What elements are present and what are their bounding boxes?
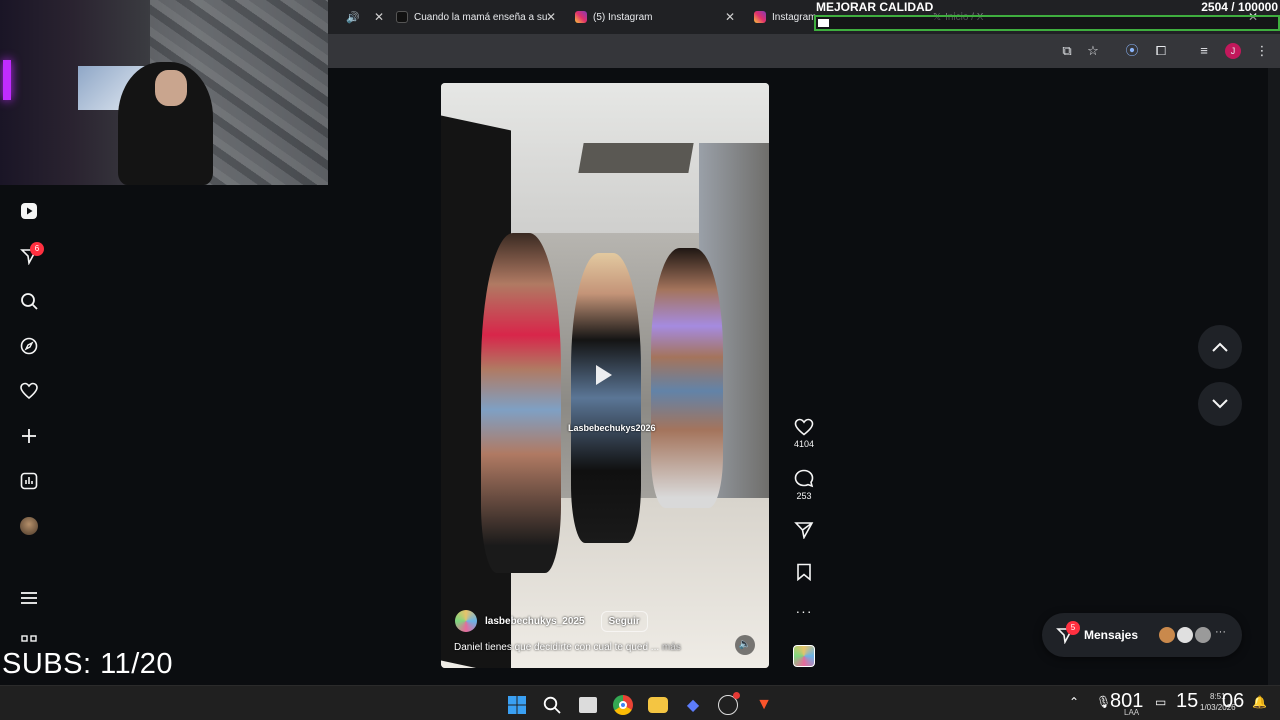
goal-count: 2504 / 100000 xyxy=(1201,0,1278,14)
instagram-icon xyxy=(575,11,587,23)
tiktok-icon xyxy=(396,11,408,23)
contact-avatar xyxy=(1175,625,1195,645)
create-icon[interactable] xyxy=(18,425,40,447)
dancer-middle xyxy=(571,253,641,543)
caption: Daniel tienes que decidirte con cual te … xyxy=(454,642,681,653)
display-icon[interactable]: ▭ xyxy=(1155,695,1166,709)
messages-label: Mensajes xyxy=(1084,628,1139,642)
author-username[interactable]: lasbebechukys_2025 xyxy=(485,616,585,627)
close-tab-icon[interactable]: ✕ xyxy=(725,10,735,24)
author-row: lasbebechukys_2025 Seguir xyxy=(455,610,648,632)
like-button[interactable]: 4104 xyxy=(789,418,819,449)
app-circle-icon[interactable] xyxy=(718,692,740,715)
contact-avatar xyxy=(1193,625,1213,645)
chevron-up-icon xyxy=(1212,342,1228,352)
dancer-left xyxy=(481,233,561,573)
more-options-icon[interactable]: ⋮ xyxy=(1254,43,1270,59)
tab-tiktok[interactable]: Cuando la mamá enseña a su ✕ xyxy=(396,4,556,30)
messages-button[interactable]: 5 Mensajes ··· xyxy=(1042,613,1242,657)
cast-icon[interactable]: ⦿ xyxy=(1124,43,1140,59)
caption-text: Daniel tienes que decidirte con cual te … xyxy=(454,642,660,653)
mute-button[interactable]: 🔈 xyxy=(735,635,755,655)
app-diamond-icon[interactable]: ◆ xyxy=(683,695,703,715)
tab-active[interactable]: 🔊 ✕ xyxy=(346,4,384,30)
extensions-icon[interactable]: ⧠ xyxy=(1153,43,1169,59)
tab-label: Cuando la mamá enseña a su xyxy=(414,11,548,23)
heart-icon xyxy=(794,418,814,436)
profile-avatar-icon[interactable]: J xyxy=(1225,43,1241,59)
file-explorer-icon[interactable] xyxy=(648,697,668,713)
overlay-timer-minutes: 15 xyxy=(1176,690,1199,712)
brave-icon[interactable]: ▼ xyxy=(754,695,774,715)
keyboard-layout[interactable]: LAA xyxy=(1124,708,1139,717)
dancer-right xyxy=(651,248,723,508)
speaker-icon: 🔈 xyxy=(738,639,752,650)
more-icon: ··· xyxy=(1215,626,1226,638)
play-icon[interactable] xyxy=(596,365,612,385)
next-reel-button[interactable] xyxy=(1198,382,1242,426)
chevron-down-icon xyxy=(1212,399,1228,409)
microphone-icon[interactable]: 🎙 xyxy=(1096,695,1111,709)
follow-button[interactable]: Seguir xyxy=(600,610,648,632)
save-button[interactable] xyxy=(789,563,819,581)
subs-counter: SUBS: 11/20 xyxy=(2,648,174,680)
reels-icon[interactable] xyxy=(18,200,40,222)
more-options-icon[interactable]: ··· xyxy=(789,603,819,619)
tab-label: Instagram xyxy=(772,11,817,23)
speaker-icon[interactable]: 🔊 xyxy=(346,11,360,24)
page-scrollbar[interactable] xyxy=(1268,68,1280,685)
chrome-icon[interactable] xyxy=(613,695,633,715)
reel-video[interactable]: Lasbebechukys2026 lasbebechukys_2025 Seg… xyxy=(441,83,769,668)
share-icon xyxy=(794,522,814,539)
menu-icon[interactable] xyxy=(18,587,40,609)
messenger-icon[interactable]: 6 xyxy=(18,242,44,267)
tray-chevron-up-icon[interactable]: ⌃ xyxy=(1069,695,1079,709)
streamer-face xyxy=(155,70,187,106)
install-app-icon[interactable]: ⧉ xyxy=(1059,43,1075,59)
close-tab-icon[interactable]: ✕ xyxy=(374,10,384,24)
task-view-icon[interactable] xyxy=(579,697,597,713)
goal-progress-bar xyxy=(814,15,1280,31)
author-avatar[interactable] xyxy=(455,610,477,632)
notification-badge: 6 xyxy=(30,242,44,256)
media-control-icon[interactable]: ≡ xyxy=(1196,43,1212,59)
comment-button[interactable]: 253 xyxy=(789,469,819,501)
windows-start-icon[interactable] xyxy=(507,695,527,715)
neon-light xyxy=(3,60,11,100)
profile-avatar[interactable] xyxy=(18,515,40,537)
notifications-icon[interactable]: 🔔 xyxy=(1252,695,1267,709)
bookmark-star-icon[interactable]: ☆ xyxy=(1085,43,1101,59)
comment-icon xyxy=(794,469,814,488)
share-button[interactable] xyxy=(789,521,819,539)
like-count: 4104 xyxy=(793,439,815,449)
tab-instagram-1[interactable]: (5) Instagram ✕ xyxy=(575,4,735,30)
instagram-icon xyxy=(754,11,766,23)
previous-reel-button[interactable] xyxy=(1198,325,1242,369)
audio-thumbnail[interactable] xyxy=(793,645,815,667)
goal-progress-fill xyxy=(818,19,829,27)
dashboard-icon[interactable] xyxy=(18,470,40,492)
browser-toolbar: ⧉ ☆ ⦿ ⧠ ≡ J ⋮ xyxy=(328,34,1280,68)
quality-title: MEJORAR CALIDAD xyxy=(816,0,934,14)
caption-more-link[interactable]: más xyxy=(662,642,681,653)
comment-count: 253 xyxy=(796,491,812,501)
quality-goal-overlay: MEJORAR CALIDAD 2504 / 100000 xyxy=(814,0,1280,32)
windows-taskbar: ◆ ▼ ⌃ 🎙 801 LAA ▭ 15 8:51 1/03/2026 06 🔔 xyxy=(0,685,1280,720)
explore-icon[interactable] xyxy=(18,335,40,357)
tag-text: Lasbebechukys2026 xyxy=(568,423,656,433)
messages-badge: 5 xyxy=(1066,621,1080,635)
avatar xyxy=(20,517,38,535)
video-vent xyxy=(578,143,694,173)
search-icon[interactable] xyxy=(542,695,562,715)
tab-label: (5) Instagram xyxy=(593,11,653,23)
contact-avatar xyxy=(1157,625,1177,645)
webcam-overlay xyxy=(0,0,328,185)
heart-icon[interactable] xyxy=(18,380,40,402)
close-tab-icon[interactable]: ✕ xyxy=(546,10,556,24)
bookmark-icon xyxy=(797,563,811,581)
overlay-timer-seconds: 06 xyxy=(1222,690,1245,712)
search-icon[interactable] xyxy=(18,290,40,312)
